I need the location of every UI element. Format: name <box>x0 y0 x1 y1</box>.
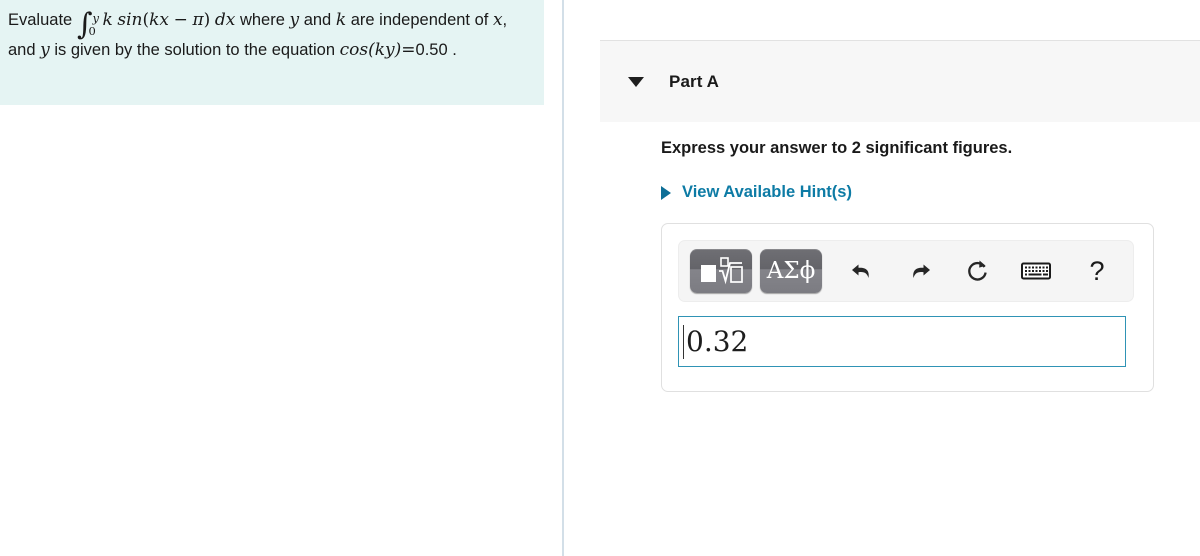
undo-button[interactable] <box>842 251 882 291</box>
integral-lower-limit: 0 <box>88 23 96 38</box>
reset-button[interactable] <box>958 251 998 291</box>
answer-pane: Part A Express your answer to 2 signific… <box>564 0 1200 556</box>
clause-solution: is given by the solution to the equation <box>54 41 336 59</box>
integral-symbol-group: ∫ y 0 <box>77 9 102 39</box>
problem-period: . <box>452 41 457 59</box>
undo-icon <box>852 264 869 278</box>
view-hints-label: View Available Hint(s) <box>682 183 852 201</box>
triangle-right-icon <box>661 185 671 200</box>
reset-icon <box>968 260 987 281</box>
redo-icon <box>913 264 930 278</box>
answer-input[interactable]: 0.32 <box>678 316 1126 367</box>
problem-statement: Evaluate ∫ y 0 k sin(kx − π) dx where y an… <box>0 0 544 105</box>
variable-x: x <box>492 10 503 30</box>
part-title: Part A <box>669 71 720 91</box>
instruction-text: Express your answer to 2 significant fig… <box>661 139 1013 157</box>
equation-argument: (ky) <box>368 40 402 60</box>
help-button[interactable]: ? <box>1074 251 1114 291</box>
integrand-coefficient-k: k <box>102 10 113 30</box>
greek-letters-icon: ΑΣϕ <box>766 258 816 284</box>
variable-k: k <box>335 10 347 30</box>
math-template-button[interactable] <box>690 249 752 293</box>
problem-pane: Evaluate ∫ y 0 k sin(kx − π) dx where y an… <box>0 0 564 556</box>
math-toolbar: ΑΣϕ ? <box>678 240 1134 302</box>
answer-card: ΑΣϕ ? 0.32 <box>661 223 1154 392</box>
integrand-minus-sign: − <box>173 10 188 30</box>
sqrt-template-icon <box>701 257 743 285</box>
variable-y: y <box>289 10 300 30</box>
clause-where: where <box>239 11 285 29</box>
variable-y-second: y <box>40 40 50 60</box>
text-cursor <box>683 324 684 359</box>
greek-symbols-button[interactable]: ΑΣϕ <box>760 249 822 293</box>
clause-are-independent: are independent of <box>350 11 489 29</box>
part-header[interactable]: Part A <box>600 40 1200 122</box>
keyboard-icon <box>1021 262 1051 280</box>
integrand-differential: dx <box>214 10 236 30</box>
equation-value: 0.50 <box>415 41 448 59</box>
integrand-close-paren: ) <box>203 10 211 30</box>
view-hints-link[interactable]: View Available Hint(s) <box>661 183 852 202</box>
integral-limits: y0 <box>88 11 101 38</box>
redo-button[interactable] <box>900 251 940 291</box>
integrand-pi: π <box>192 10 204 30</box>
conjunction-and: and <box>303 11 332 29</box>
answer-value: 0.32 <box>686 324 749 358</box>
integrand-argument-kx: kx <box>149 10 170 30</box>
equation-function-cos: cos <box>339 40 369 60</box>
problem-lead-text: Evaluate <box>8 11 73 29</box>
integrand-function-sin: sin <box>117 10 143 30</box>
triangle-down-icon[interactable] <box>628 76 644 87</box>
help-icon: ? <box>1089 255 1105 286</box>
keyboard-button[interactable] <box>1016 251 1056 291</box>
equation-equals: = <box>401 40 416 60</box>
